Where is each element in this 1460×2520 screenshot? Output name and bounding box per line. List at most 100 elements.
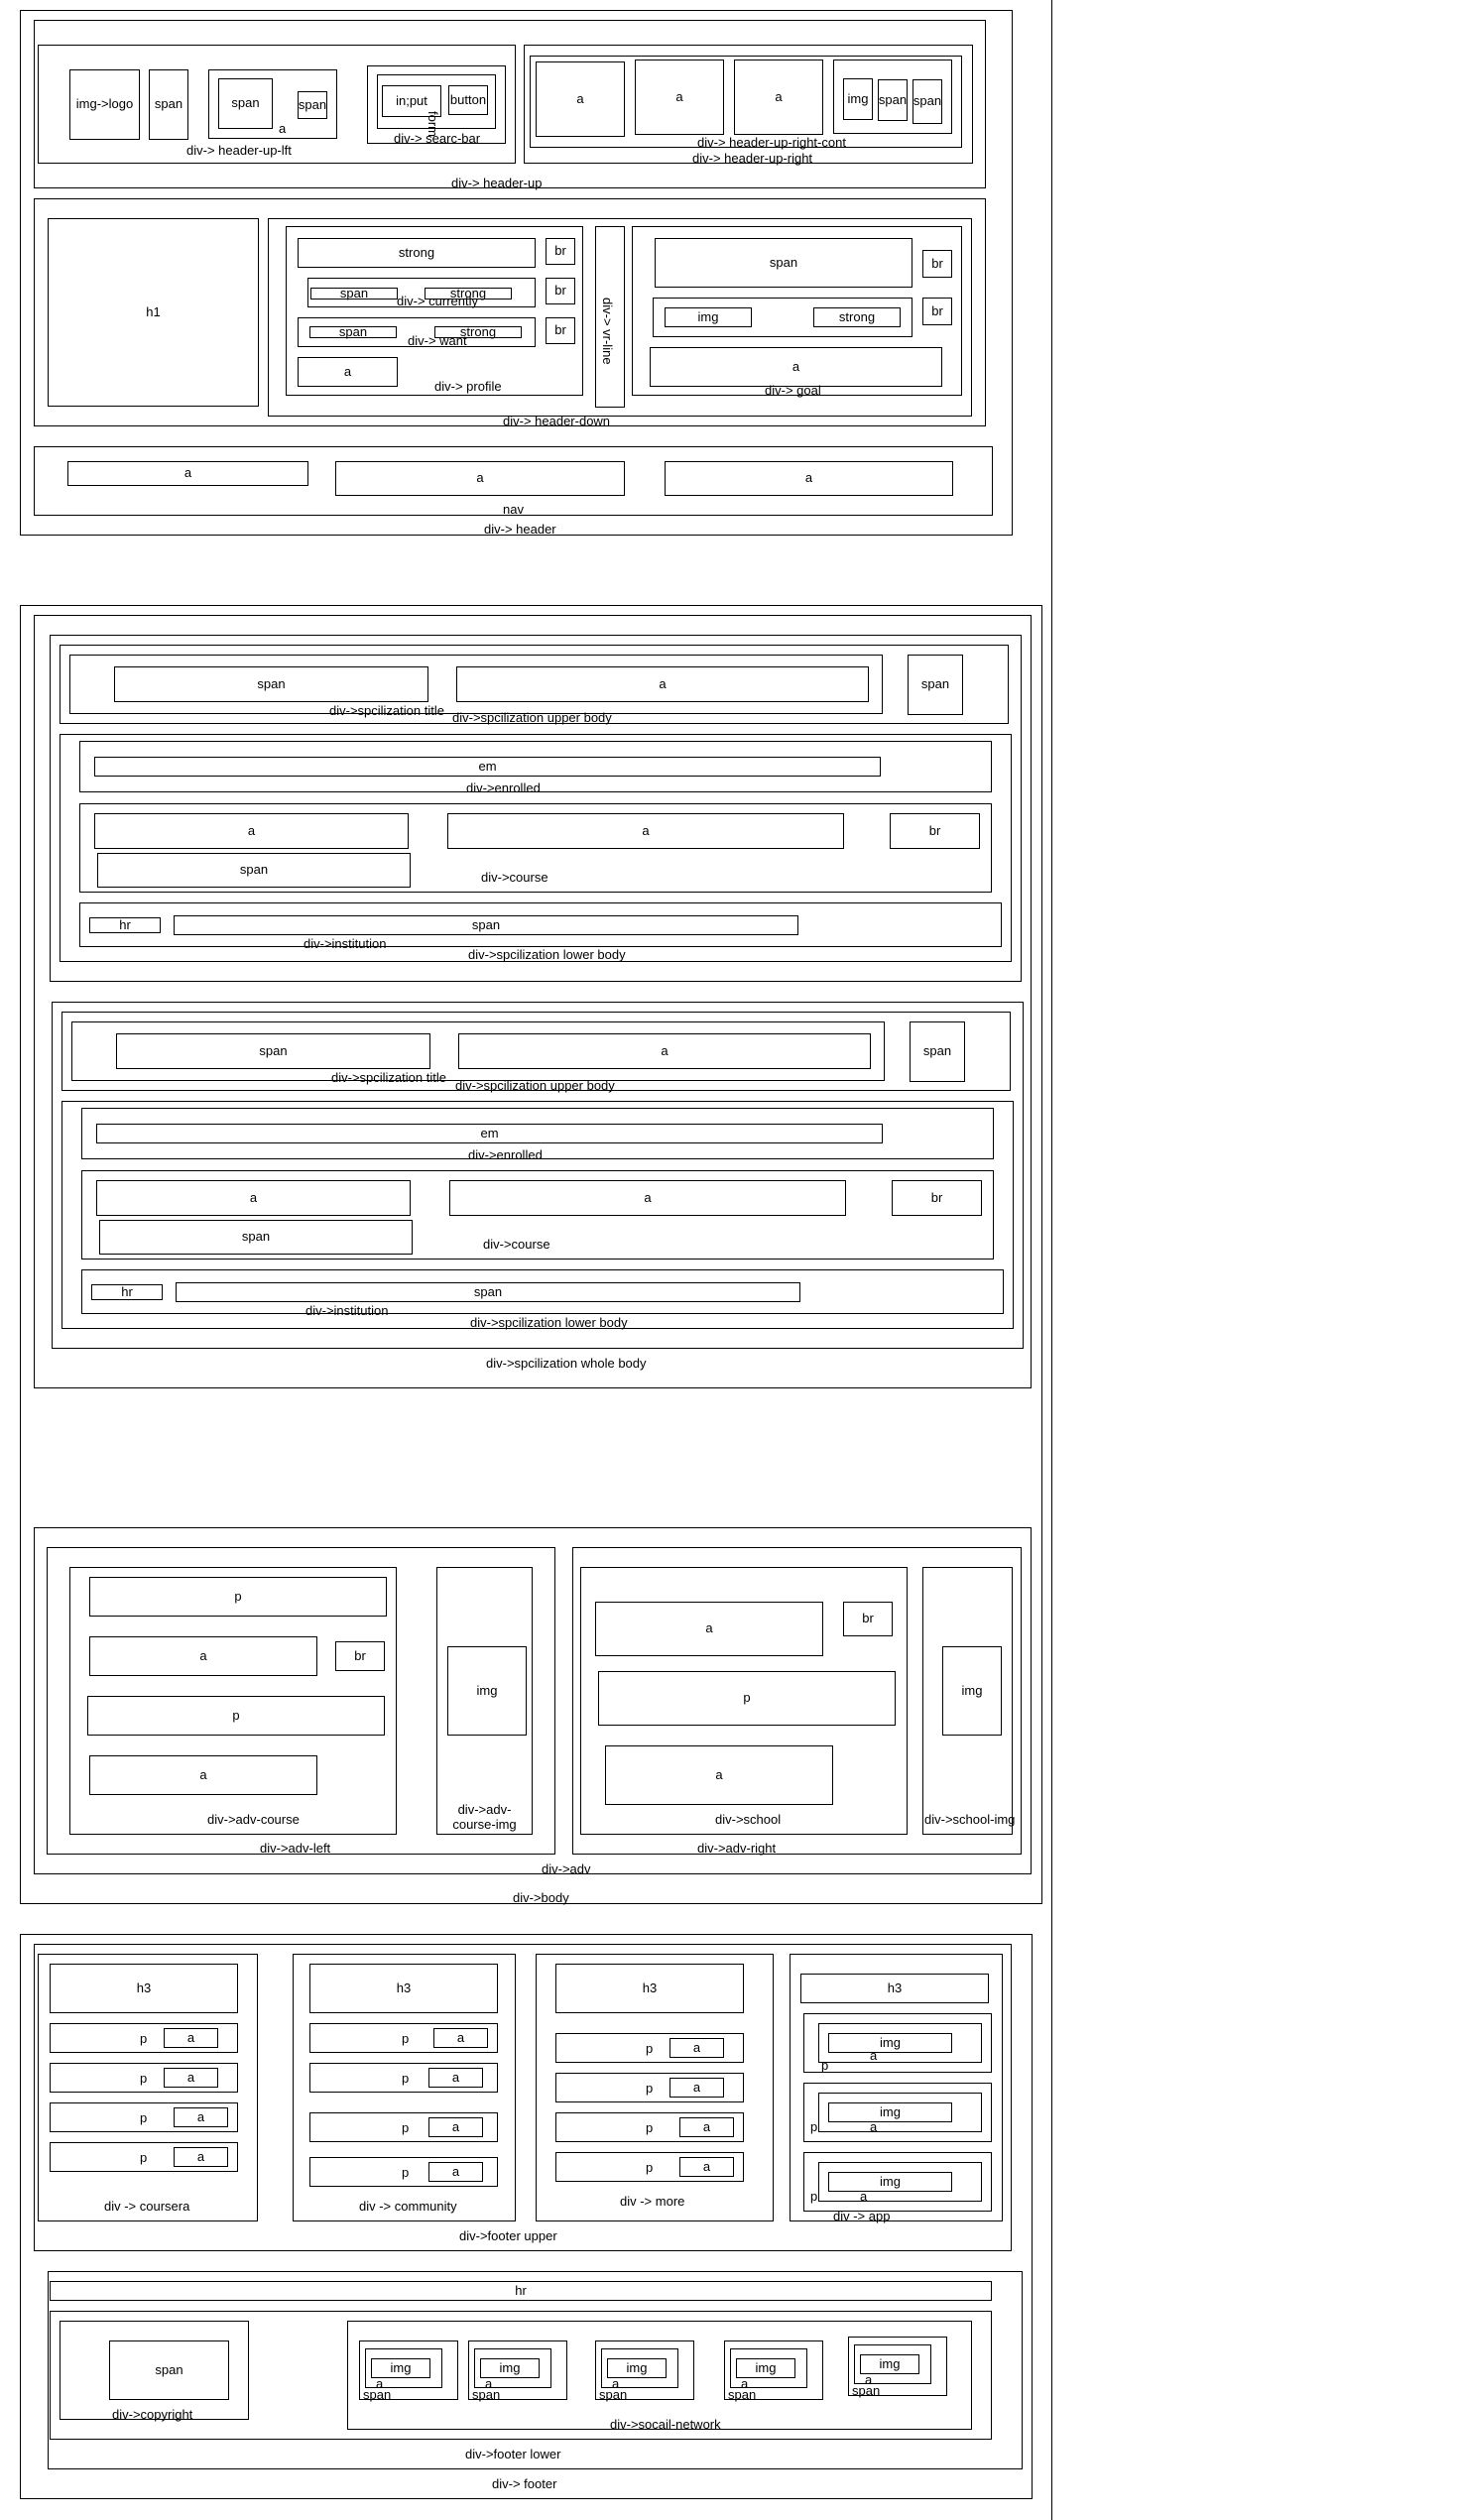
community-row-2-a: a (428, 2068, 483, 2088)
school-img-label: div->school-img (924, 1812, 1016, 1827)
app-row-2-p: p (810, 2119, 818, 2134)
spec1-course-label: div->course (481, 870, 548, 885)
community-row-4-a: a (428, 2162, 483, 2182)
spec2-title-span: span (116, 1033, 430, 1069)
link-label: a (279, 121, 287, 136)
spec1-course-link-2: a (447, 813, 844, 849)
more-row-3-p: p (646, 2120, 654, 2135)
link-span-2: span (298, 91, 327, 119)
footer-upper-label: div->footer upper (459, 2228, 557, 2243)
spec2-enrolled-label: div->enrolled (468, 1147, 543, 1162)
adv-course-img-label: div->adv-course-img (452, 1802, 517, 1832)
form-label: form (426, 111, 440, 137)
spec1-institution-label: div->institution (304, 936, 387, 951)
app-row-3-img: img (828, 2172, 952, 2192)
community-row-1-a: a (433, 2028, 488, 2048)
header-up-left-label: div-> header-up-lft (186, 143, 292, 158)
right-link-3: a (734, 60, 823, 135)
school-label: div->school (715, 1812, 782, 1827)
community-label: div -> community (359, 2199, 457, 2214)
header-up-right-label: div-> header-up-right (692, 151, 813, 166)
nav-label: nav (503, 502, 524, 517)
spec2-course-link-1: a (96, 1180, 411, 1216)
social-item-4-img: img (736, 2358, 795, 2378)
header-span-box: span (149, 69, 188, 140)
social-item-2-span: span (472, 2387, 501, 2402)
social-item-3-span: span (599, 2387, 628, 2402)
coursera-label: div -> coursera (104, 2199, 190, 2214)
spec2-course-span: span (99, 1220, 413, 1255)
more-h3: h3 (555, 1964, 744, 2013)
goal-strong: strong (813, 307, 901, 327)
app-row-1-img: img (828, 2033, 952, 2053)
more-row-4-p: p (646, 2160, 654, 2175)
spec2-inst-span: span (176, 1282, 800, 1302)
social-item-1-span: span (363, 2387, 392, 2402)
coursera-row-1-p: p (140, 2031, 148, 2046)
spec2-side-span: span (910, 1021, 965, 1082)
user-span-1: span (878, 79, 908, 121)
social-network-label: div->socail-network (610, 2417, 721, 2432)
spec1-title-span: span (114, 666, 428, 702)
adv-course-label: div->adv-course (207, 1812, 300, 1827)
nav-link-3: a (665, 461, 953, 496)
want-span: span (309, 324, 397, 339)
spec1-lower-label: div->spcilization lower body (468, 947, 626, 962)
currently-label: div-> currently (397, 294, 478, 308)
adv-course-link-1: a (89, 1636, 317, 1676)
spec1-title-label: div->spcilization title (329, 703, 444, 718)
community-row-1-p: p (402, 2031, 410, 2046)
coursera-row-2-a: a (164, 2068, 218, 2088)
profile-label: div-> profile (434, 379, 502, 394)
header-label: div-> header (484, 522, 556, 537)
school-p: p (598, 1671, 896, 1726)
more-label: div -> more (620, 2194, 685, 2209)
goal-link: a (650, 347, 942, 387)
profile-br-1: br (546, 238, 575, 265)
adv-label: div->adv (542, 1861, 591, 1876)
adv-left-label: div->adv-left (260, 1841, 331, 1856)
spec1-inst-span: span (174, 915, 798, 935)
community-row-3-p: p (402, 2120, 410, 2135)
coursera-h3: h3 (50, 1964, 238, 2013)
more-row-2-a: a (669, 2078, 724, 2098)
social-item-5-span: span (852, 2383, 881, 2398)
school-br: br (843, 1602, 893, 1636)
spec2-course-label: div->course (483, 1237, 550, 1252)
nav-link-2: a (335, 461, 625, 496)
specialization-whole-label: div->spcilization whole body (486, 1356, 647, 1371)
adv-course-link-2: a (89, 1755, 317, 1795)
nav-link-1: a (67, 461, 308, 486)
community-h3: h3 (309, 1964, 498, 2013)
copyright-span: span (109, 2340, 229, 2400)
header-up-right-cont-label: div-> header-up-right-cont (697, 135, 846, 150)
spec1-title-link: a (456, 666, 869, 702)
spec2-em: em (96, 1124, 883, 1143)
profile-br-3: br (546, 317, 575, 344)
vr-line-label: div-> vr-line (600, 298, 615, 365)
spec2-lower-label: div->spcilization lower body (470, 1315, 628, 1330)
spec1-em: em (94, 757, 881, 777)
school-link-1: a (595, 1602, 823, 1656)
community-row-2-p: p (402, 2071, 410, 2086)
coursera-row-3-p: p (140, 2110, 148, 2125)
currently-span: span (310, 286, 398, 300)
more-row-2-p: p (646, 2081, 654, 2096)
footer-label: div-> footer (492, 2476, 557, 2491)
spec1-course-span: span (97, 853, 411, 888)
profile-strong: strong (298, 238, 536, 268)
profile-br-2: br (546, 278, 575, 304)
more-row-3-a: a (679, 2117, 734, 2137)
profile-link: a (298, 357, 398, 387)
spec1-course-link-1: a (94, 813, 409, 849)
goal-br-1: br (922, 250, 952, 278)
app-row-3-p: p (810, 2189, 818, 2204)
right-link-1: a (536, 61, 625, 137)
goal-img: img (665, 307, 752, 327)
right-link-2: a (635, 60, 724, 135)
adv-course-img: img (447, 1646, 527, 1736)
footer-hr: hr (50, 2281, 992, 2301)
spec1-enrolled-label: div->enrolled (466, 780, 541, 795)
adv-right-label: div->adv-right (697, 1841, 777, 1856)
adv-course-p-1: p (89, 1577, 387, 1617)
